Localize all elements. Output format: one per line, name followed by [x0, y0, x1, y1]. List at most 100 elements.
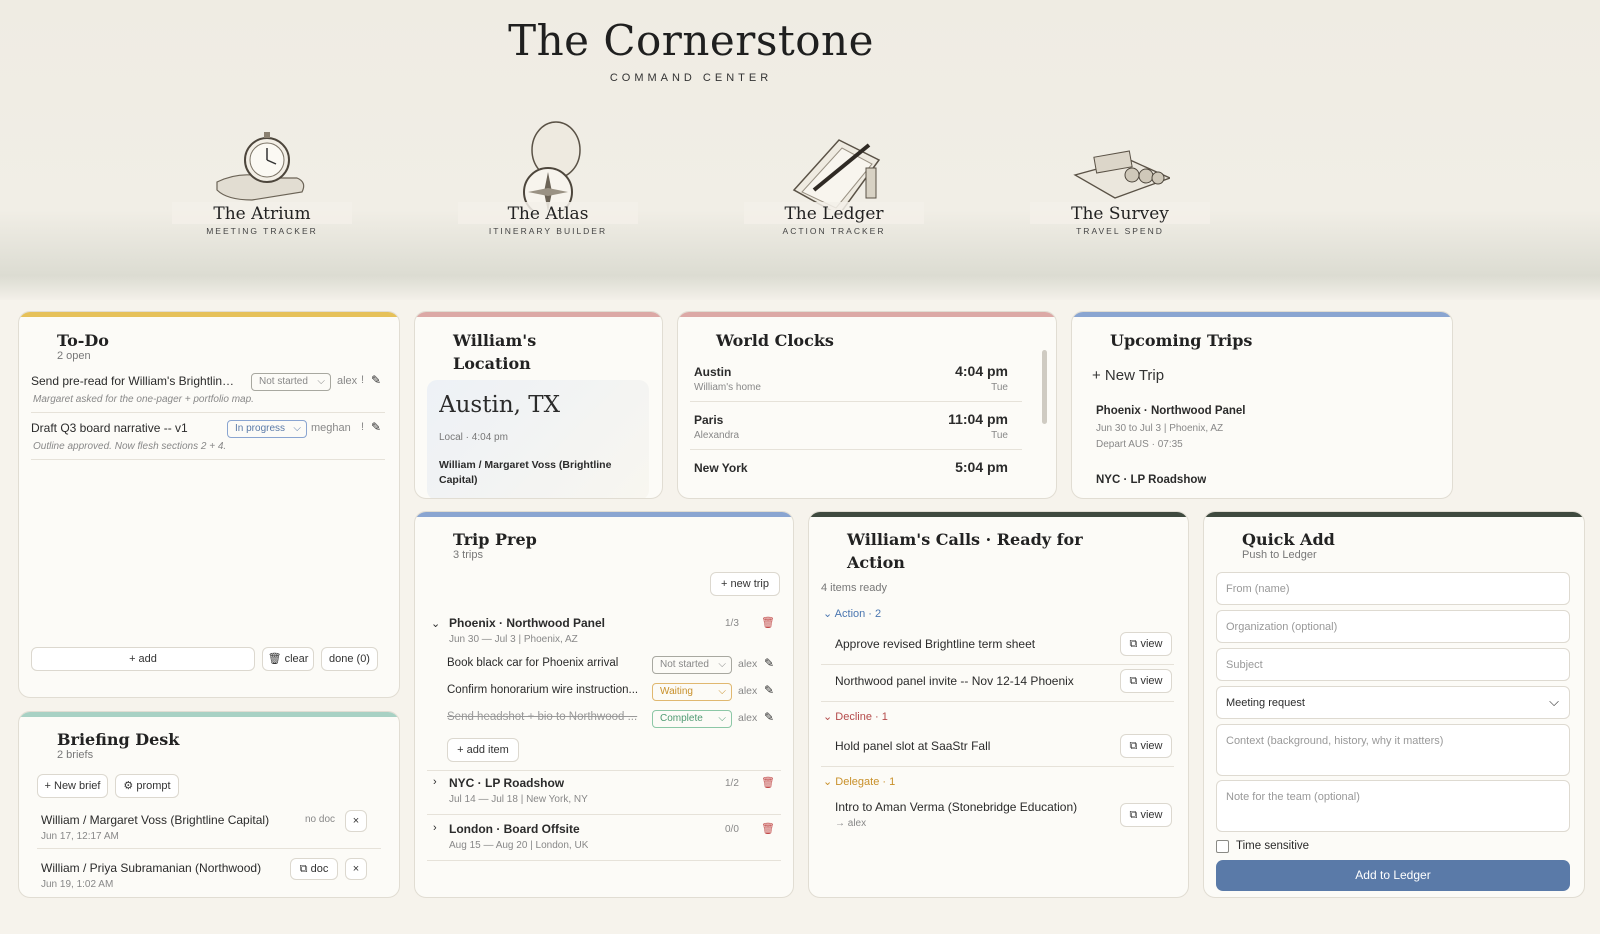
group-delegate[interactable]: ⌄ Delegate · 1 [823, 775, 895, 788]
task-status-select[interactable]: Complete ⌵ [652, 710, 732, 728]
calls-title-line1: William's Calls · Ready for [847, 530, 1083, 549]
context-textarea[interactable]: Context (background, history, why it mat… [1216, 724, 1570, 776]
location-title-line1: William's [453, 331, 537, 350]
call-item-text[interactable]: Intro to Aman Verma (Stonebridge Educati… [835, 800, 1105, 814]
close-icon[interactable]: × [345, 858, 367, 880]
nav-atlas-sub: ITINERARY BUILDER [488, 226, 608, 236]
external-link-icon: ⧉ [1129, 638, 1138, 650]
organization-field[interactable]: Organization (optional) [1216, 610, 1570, 643]
todo-status-select[interactable]: In progress ⌵ [227, 420, 307, 438]
clock-city: New York [694, 461, 748, 475]
call-item-text[interactable]: Approve revised Brightline term sheet [835, 637, 1105, 651]
task-status-select[interactable]: Waiting ⌵ [652, 683, 732, 701]
trip-prep-dates: Jul 14 — Jul 18 | New York, NY [449, 794, 588, 805]
chevron-down-icon[interactable]: ⌄ [431, 617, 440, 630]
scrollbar[interactable] [1042, 350, 1047, 424]
chevron-down-icon: ⌵ [718, 659, 726, 670]
trip-prep-count: 3 trips [453, 549, 483, 561]
new-trip-link[interactable]: + New Trip [1092, 367, 1164, 384]
pen-ledger-icon [792, 139, 881, 210]
task-text[interactable]: Confirm honorarium wire instruction... [447, 684, 647, 696]
todo-item-text[interactable]: Send pre-read for William's Brightline .… [31, 374, 236, 388]
nav-survey-label: The Survey [1030, 202, 1210, 224]
trip-prep-progress: 0/0 [725, 824, 739, 835]
trash-icon[interactable]: 🗑 [761, 776, 775, 789]
location-meeting: William / Margaret Voss (Brightline [439, 459, 612, 471]
clock-city: Austin [694, 365, 732, 379]
brief-name[interactable]: William / Margaret Voss (Brightline Capi… [41, 813, 301, 827]
trip-prep-name[interactable]: NYC · LP Roadshow [449, 776, 564, 790]
group-action[interactable]: ⌄ Action · 2 [823, 607, 881, 620]
prompt-button[interactable]: ⚙ prompt [115, 774, 179, 798]
edit-pencil-icon[interactable]: ✎ [764, 683, 774, 697]
add-todo-button[interactable]: + add [31, 647, 255, 671]
trip-prep-name[interactable]: Phoenix · Northwood Panel [449, 616, 605, 630]
call-item-text[interactable]: Hold panel slot at SaaStr Fall [835, 739, 1105, 753]
brief-name[interactable]: William / Priya Subramanian (Northwood) [41, 861, 301, 875]
clock-day: Tue [991, 382, 1008, 393]
close-icon[interactable]: × [345, 810, 367, 832]
nav-atlas-label: The Atlas [458, 202, 638, 224]
nav-ledger-label: The Ledger [744, 202, 924, 224]
chevron-right-icon[interactable]: › [433, 776, 437, 788]
external-link-icon: ⧉ [1129, 675, 1138, 687]
task-text[interactable]: Send headshot + bio to Northwood ... [447, 711, 647, 723]
view-button[interactable]: ⧉ view [1120, 803, 1172, 827]
chevron-right-icon[interactable]: › [433, 822, 437, 834]
chevron-down-icon: ⌵ [718, 686, 726, 697]
compass-icon [523, 121, 581, 210]
clock-desc: William's home [694, 382, 761, 393]
nav-ledger[interactable]: The Ledger ACTION TRACKER [744, 110, 924, 260]
note-textarea[interactable]: Note for the team (optional) [1216, 780, 1570, 832]
todo-item-text[interactable]: Draft Q3 board narrative -- v1 [31, 421, 236, 435]
brand-title: The Cornerstone [508, 16, 874, 65]
trip-prep-title: Trip Prep [453, 530, 537, 549]
done-button[interactable]: done (0) [321, 647, 378, 671]
task-text[interactable]: Book black car for Phoenix arrival [447, 657, 647, 669]
request-type-select[interactable]: Meeting request ⌵ [1216, 686, 1570, 719]
chevron-down-icon: ⌵ [317, 376, 325, 387]
chevron-down-icon: ⌄ [823, 608, 833, 620]
chevron-down-icon: ⌵ [718, 713, 726, 724]
new-brief-button[interactable]: + New brief [37, 774, 108, 798]
trip-prep-progress: 1/3 [725, 618, 739, 629]
trash-icon[interactable]: 🗑 [761, 616, 775, 629]
nav-atlas[interactable]: The Atlas ITINERARY BUILDER [458, 110, 638, 260]
trip-prep-progress: 1/2 [725, 778, 739, 789]
view-button[interactable]: ⧉ view [1120, 734, 1172, 758]
trip-name[interactable]: Phoenix · Northwood Panel [1096, 405, 1246, 417]
time-sensitive-checkbox[interactable] [1216, 840, 1229, 853]
clear-button[interactable]: 🗑 clear [262, 647, 314, 671]
edit-pencil-icon[interactable]: ✎ [764, 656, 774, 670]
edit-pencil-icon[interactable]: ✎ [371, 420, 381, 434]
trash-icon[interactable]: 🗑 [761, 822, 775, 835]
view-button[interactable]: ⧉ view [1120, 632, 1172, 656]
task-status-select[interactable]: Not started ⌵ [652, 656, 732, 674]
priority-flag: ! [361, 374, 365, 386]
edit-pencil-icon[interactable]: ✎ [764, 710, 774, 724]
view-button[interactable]: ⧉ view [1120, 669, 1172, 693]
world-clocks-card: World Clocks Austin William's home 4:04 … [677, 311, 1057, 499]
nav-atrium[interactable]: The Atrium MEETING TRACKER [172, 110, 352, 260]
subject-field[interactable]: Subject [1216, 648, 1570, 681]
quick-add-title: Quick Add [1242, 530, 1335, 549]
external-link-icon: ⧉ [1129, 809, 1138, 821]
add-to-ledger-button[interactable]: Add to Ledger [1216, 860, 1570, 891]
location-local-time: Local · 4:04 pm [439, 432, 508, 443]
edit-pencil-icon[interactable]: ✎ [371, 373, 381, 387]
trip-name[interactable]: NYC · LP Roadshow [1096, 474, 1206, 486]
new-trip-button[interactable]: + new trip [710, 572, 780, 596]
doc-button[interactable]: ⧉ doc [290, 858, 338, 880]
todo-status-select[interactable]: Not started ⌵ [251, 373, 331, 391]
time-sensitive-label: Time sensitive [1236, 840, 1310, 852]
add-item-button[interactable]: + add item [447, 738, 519, 762]
nav-survey[interactable]: The Survey TRAVEL SPEND [1030, 110, 1210, 260]
from-name-field[interactable]: From (name) [1216, 572, 1570, 605]
todo-count: 2 open [57, 350, 91, 362]
trip-prep-name[interactable]: London · Board Offsite [449, 822, 580, 836]
quick-add-subtitle: Push to Ledger [1242, 549, 1317, 561]
call-item-text[interactable]: Northwood panel invite -- Nov 12-14 Phoe… [835, 674, 1105, 688]
chevron-down-icon: ⌵ [293, 423, 301, 434]
group-decline[interactable]: ⌄ Decline · 1 [823, 710, 888, 723]
clock-day: Tue [991, 430, 1008, 441]
